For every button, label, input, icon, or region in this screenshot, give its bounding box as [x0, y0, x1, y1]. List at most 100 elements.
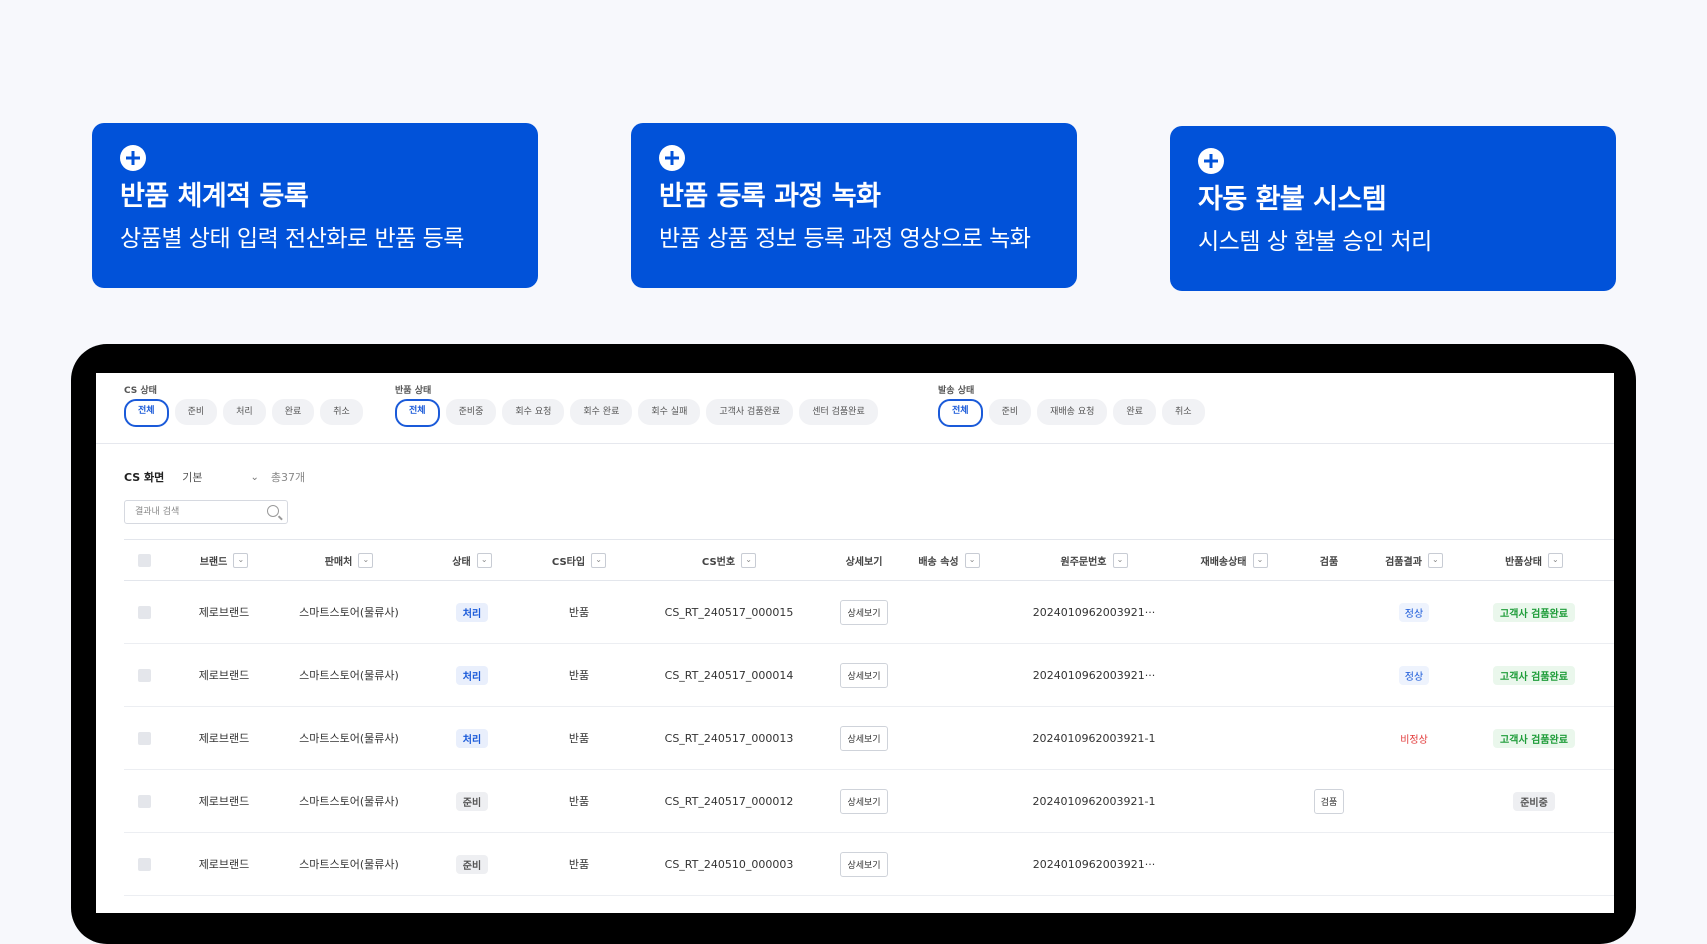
feature-card-recording: 반품 등록 과정 녹화 반품 상품 정보 등록 과정 영상으로 녹화: [631, 123, 1077, 288]
plus-circle-icon: [659, 145, 685, 171]
chevron-down-icon[interactable]: ⌄: [741, 552, 757, 568]
cell-order-no: 2024010962003921···: [1032, 605, 1156, 619]
chip-return-all[interactable]: 전체: [395, 399, 440, 427]
cell-seller: 스마트스토어(물류사): [299, 795, 399, 808]
col-detail: 상세보기: [845, 556, 883, 568]
cell-brand: 제로브랜드: [198, 795, 250, 808]
filter-label: 발송 상태: [938, 386, 975, 396]
chip-ship-cancel[interactable]: 취소: [1161, 399, 1205, 425]
chevron-down-icon[interactable]: ⌄: [1547, 552, 1563, 568]
cell-order-no: 2024010962003921···: [1032, 668, 1156, 682]
cell-cs-no: CS_RT_240517_000013: [664, 731, 794, 745]
cell-brand: 제로브랜드: [198, 669, 250, 682]
chevron-down-icon[interactable]: ⌄: [964, 552, 980, 568]
view-mode-value: 기본: [182, 471, 203, 484]
page-title: CS 화면: [124, 471, 165, 484]
chevron-down-icon[interactable]: ⌄: [476, 552, 492, 568]
table-row[interactable]: 제로브랜드 스마트스토어(물류사) 처리 반품 CS_RT_240517_000015 상…: [124, 581, 1614, 644]
feature-card-return-registration: 반품 체계적 등록 상품별 상태 입력 전산화로 반품 등록: [92, 123, 538, 288]
card-title: 반품 등록 과정 녹화: [659, 181, 881, 212]
chevron-down-icon[interactable]: ⌄: [358, 552, 374, 568]
cell-seller: 스마트스토어(물류사): [299, 858, 399, 871]
chevron-down-icon[interactable]: ⌄: [233, 552, 249, 568]
select-all-checkbox[interactable]: [137, 553, 151, 567]
search-icon[interactable]: [267, 505, 279, 517]
chip-ship-ready[interactable]: 준비: [988, 399, 1032, 425]
cell-cs-type: 반품: [568, 732, 590, 745]
table-row[interactable]: 제로브랜드 스마트스토어(물류사) 준비 반품 CS_RT_240517_000012 상…: [124, 770, 1614, 833]
return-status-badge: 고객사 검품완료: [1493, 665, 1575, 685]
detail-button[interactable]: 상세보기: [840, 662, 888, 688]
filter-label: 반품 상태: [395, 386, 432, 396]
chip-return-preparing[interactable]: 준비중: [445, 399, 497, 425]
col-inspect-result[interactable]: 검품결과 ⌄: [1364, 540, 1464, 580]
chip-ship-reship-request[interactable]: 재배송 요청: [1037, 399, 1108, 425]
search-input[interactable]: 결과내 검색: [124, 500, 288, 524]
cell-order-no: 2024010962003921-1: [1032, 794, 1156, 808]
detail-button[interactable]: 상세보기: [840, 788, 888, 814]
chip-ship-done[interactable]: 완료: [1113, 399, 1156, 425]
detail-button[interactable]: 상세보기: [840, 599, 888, 625]
cell-seller: 스마트스토어(물류사): [299, 732, 399, 745]
filter-cs-status: CS 상태 전체 준비 처리 완료 취소: [124, 383, 363, 427]
chip-return-client-inspected[interactable]: 고객사 검품완료: [706, 399, 794, 425]
card-title: 반품 체계적 등록: [120, 181, 309, 212]
detail-button[interactable]: 상세보기: [840, 851, 888, 877]
filter-bar: CS 상태 전체 준비 처리 완료 취소 반품 상태 전체 준비중 회수 요청 …: [96, 383, 1614, 441]
col-status[interactable]: 상태 ⌄: [432, 540, 512, 580]
table-row[interactable]: 제로브랜드 스마트스토어(물류사) 준비 반품 CS_RT_240510_000003 상…: [124, 833, 1614, 896]
row-checkbox[interactable]: [137, 605, 151, 619]
cell-cs-no: CS_RT_240510_000003: [664, 857, 794, 871]
row-checkbox[interactable]: [137, 794, 151, 808]
cell-cs-type: 반품: [568, 669, 590, 682]
inspect-button[interactable]: 검품: [1313, 788, 1345, 814]
col-reship[interactable]: 재배송상태 ⌄: [1184, 540, 1284, 580]
chevron-down-icon[interactable]: ⌄: [1427, 552, 1443, 568]
cell-seller: 스마트스토어(물류사): [299, 606, 399, 619]
return-status-badge: 고객사 검품완료: [1493, 728, 1575, 748]
col-cs-type[interactable]: CS타입 ⌄: [524, 540, 634, 580]
plus-circle-icon: [1198, 148, 1224, 174]
status-badge: 처리: [455, 602, 489, 622]
col-return-status[interactable]: 반품상태 ⌄: [1474, 540, 1594, 580]
chip-cs-cancel[interactable]: 취소: [320, 399, 363, 425]
view-mode-select[interactable]: 기본 ⌄: [182, 469, 259, 485]
inspect-result: 정상: [1398, 665, 1430, 685]
chevron-down-icon[interactable]: ⌄: [1112, 552, 1128, 568]
cell-cs-type: 반품: [568, 858, 590, 871]
inspect-result: 비정상: [1400, 734, 1428, 746]
cell-cs-type: 반품: [568, 606, 590, 619]
col-seller[interactable]: 판매처 ⌄: [279, 540, 419, 580]
detail-button[interactable]: 상세보기: [840, 725, 888, 751]
col-order-no[interactable]: 원주문번호 ⌄: [1004, 540, 1184, 580]
return-status-badge: 준비중: [1513, 791, 1555, 811]
cs-table: 브랜드 ⌄ 판매처 ⌄ 상태 ⌄ CS타입 ⌄ CS번호 ⌄ 상세보기 배송 속성 ⌄ 원주…: [124, 539, 1614, 896]
row-checkbox[interactable]: [137, 731, 151, 745]
col-cs-no[interactable]: CS번호 ⌄: [644, 540, 814, 580]
table-row[interactable]: 제로브랜드 스마트스토어(물류사) 처리 반품 CS_RT_240517_000013 상…: [124, 707, 1614, 770]
filter-ship-status: 발송 상태 전체 준비 재배송 요청 완료 취소: [938, 383, 1205, 427]
chip-cs-all[interactable]: 전체: [124, 399, 169, 427]
row-checkbox[interactable]: [137, 857, 151, 871]
cell-cs-type: 반품: [568, 795, 590, 808]
chip-cs-done[interactable]: 완료: [271, 399, 315, 425]
chip-cs-processing[interactable]: 처리: [223, 399, 266, 425]
col-inspect: 검품: [1319, 556, 1339, 568]
col-delivery[interactable]: 배송 속성 ⌄: [904, 540, 994, 580]
filter-label: CS 상태: [124, 386, 157, 396]
chip-return-pickup-done[interactable]: 회수 완료: [570, 399, 633, 425]
chip-return-pickup-request[interactable]: 회수 요청: [502, 399, 565, 425]
card-subtitle: 시스템 상 환불 승인 처리: [1198, 229, 1432, 255]
chip-return-center-inspected[interactable]: 센터 검품완료: [799, 399, 878, 425]
status-badge: 준비: [455, 791, 489, 811]
row-checkbox[interactable]: [137, 668, 151, 682]
chip-return-pickup-fail[interactable]: 회수 실패: [638, 399, 701, 425]
status-badge: 처리: [455, 728, 489, 748]
table-row[interactable]: 제로브랜드 스마트스토어(물류사) 처리 반품 CS_RT_240517_000014 상…: [124, 644, 1614, 707]
col-brand[interactable]: 브랜드 ⌄: [174, 540, 274, 580]
chevron-down-icon[interactable]: ⌄: [591, 552, 607, 568]
chip-cs-ready[interactable]: 준비: [174, 399, 218, 425]
cell-cs-no: CS_RT_240517_000015: [664, 605, 794, 619]
chevron-down-icon[interactable]: ⌄: [1252, 552, 1268, 568]
chip-ship-all[interactable]: 전체: [938, 399, 983, 427]
